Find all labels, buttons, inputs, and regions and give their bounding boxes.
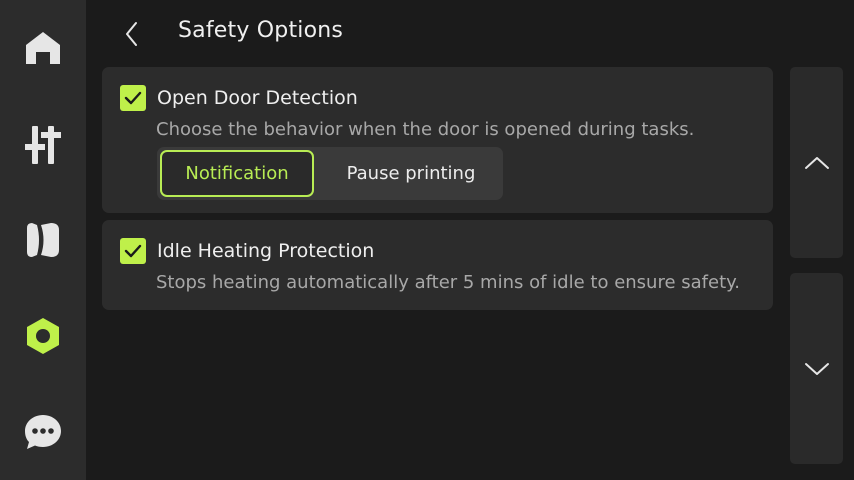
- page-title: Safety Options: [178, 18, 344, 43]
- checkbox[interactable]: [120, 238, 146, 264]
- settings-icon: [27, 318, 59, 354]
- option-label: Open Door Detection: [157, 87, 358, 109]
- open-door-detection-toggle[interactable]: Open Door Detection: [120, 85, 358, 111]
- checkmark-icon: [124, 91, 142, 105]
- home-icon: [26, 32, 60, 64]
- sidebar-item-chat[interactable]: [0, 384, 86, 480]
- scroll-up-button[interactable]: [790, 67, 843, 258]
- screen: Safety Options Open Door Detection Choos…: [0, 0, 854, 480]
- pause-printing-option[interactable]: Pause printing: [322, 150, 500, 197]
- checkbox[interactable]: [120, 85, 146, 111]
- door-behavior-selector: Notification Pause printing: [157, 147, 503, 200]
- chevron-left-icon: [126, 22, 137, 46]
- option-description: Stops heating automatically after 5 mins…: [156, 272, 740, 293]
- filament-icon: [27, 223, 59, 257]
- sidebar-item-controls[interactable]: [0, 96, 86, 192]
- chevron-up-icon: [804, 156, 829, 169]
- sidebar: [0, 0, 86, 480]
- sidebar-item-filament[interactable]: [0, 192, 86, 288]
- back-button[interactable]: [112, 14, 152, 54]
- idle-heating-protection-card: Idle Heating Protection Stops heating au…: [102, 220, 773, 310]
- open-door-detection-card: Open Door Detection Choose the behavior …: [102, 67, 773, 213]
- option-description: Choose the behavior when the door is ope…: [156, 119, 695, 140]
- controls-icon: [25, 126, 61, 164]
- checkmark-icon: [124, 244, 142, 258]
- idle-heating-protection-toggle[interactable]: Idle Heating Protection: [120, 238, 374, 264]
- option-label: Idle Heating Protection: [157, 240, 375, 262]
- scroll-down-button[interactable]: [790, 273, 843, 464]
- sidebar-item-home[interactable]: [0, 0, 86, 96]
- sidebar-item-settings[interactable]: [0, 288, 86, 384]
- notification-option[interactable]: Notification: [160, 150, 314, 197]
- chat-icon: [25, 415, 61, 449]
- chevron-down-icon: [804, 362, 829, 375]
